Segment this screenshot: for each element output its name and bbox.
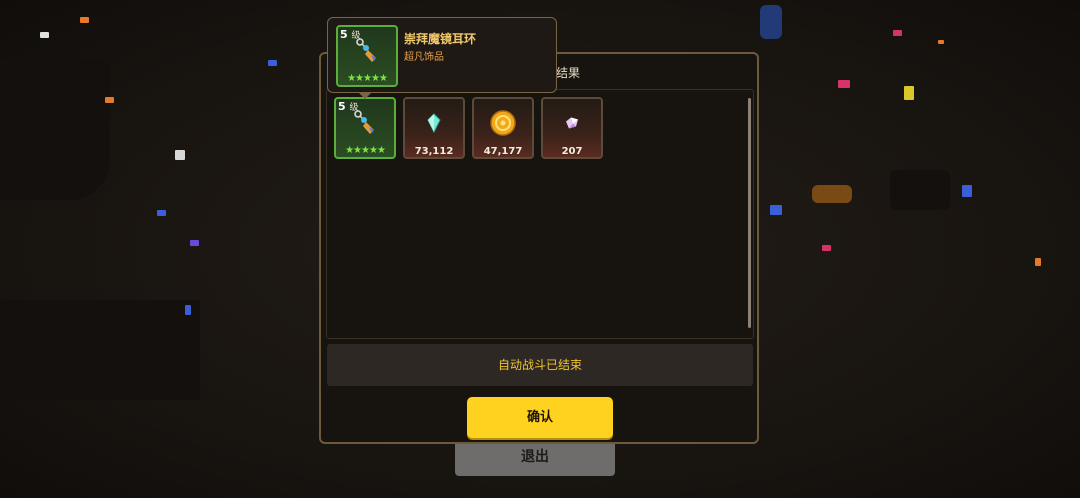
- rarity-stars: ★★★★★: [345, 145, 386, 156]
- confetti: [938, 40, 944, 44]
- confetti: [962, 185, 972, 197]
- confetti: [822, 245, 831, 251]
- confetti: [838, 80, 850, 88]
- item-name: 崇拜魔镜耳环: [404, 32, 477, 46]
- confetti: [904, 86, 914, 100]
- confetti: [190, 240, 199, 246]
- confetti: [812, 185, 852, 203]
- earring-icon: [350, 108, 380, 142]
- item-quantity: 47,177: [483, 146, 523, 157]
- confetti: [770, 205, 782, 215]
- reward-item-coin[interactable]: 47,177: [472, 97, 534, 159]
- pink-gem-icon: [564, 115, 580, 134]
- gold-coin-icon: [490, 109, 516, 140]
- confetti: [175, 150, 185, 160]
- item-quantity: 207: [561, 146, 583, 157]
- earring-icon: [352, 36, 382, 70]
- confetti: [185, 305, 191, 315]
- item-tooltip: 5 级 ★★★★★ 崇拜魔镜耳环 超凡饰品: [327, 17, 557, 93]
- background-structure: [0, 300, 200, 400]
- rarity-stars: ★★★★★: [347, 73, 388, 84]
- confetti: [105, 97, 114, 103]
- background-structure: [0, 60, 110, 200]
- blue-crystal-icon: [426, 112, 442, 137]
- confetti: [268, 60, 277, 66]
- reward-item-gem[interactable]: 207: [541, 97, 603, 159]
- background-structure: [890, 170, 950, 210]
- item-type: 超凡饰品: [404, 52, 444, 63]
- confetti: [157, 210, 166, 216]
- confetti: [760, 5, 782, 39]
- reward-item-earring[interactable]: 5 级 ★★★★★: [334, 97, 396, 159]
- confetti: [80, 17, 89, 23]
- item-quantity: 73,112: [414, 146, 454, 157]
- confetti: [893, 30, 902, 36]
- reward-item-crystal[interactable]: 73,112: [403, 97, 465, 159]
- confetti: [40, 32, 49, 38]
- confirm-button[interactable]: 确认: [467, 397, 613, 438]
- auto-battle-status: 自动战斗已结束: [327, 344, 753, 386]
- reward-list-scrollbar[interactable]: [748, 98, 751, 328]
- confetti: [1035, 258, 1041, 266]
- panel-title: 结果: [556, 66, 581, 80]
- tooltip-pointer: [358, 92, 372, 99]
- tooltip-item-icon-frame: 5 级 ★★★★★: [336, 25, 398, 87]
